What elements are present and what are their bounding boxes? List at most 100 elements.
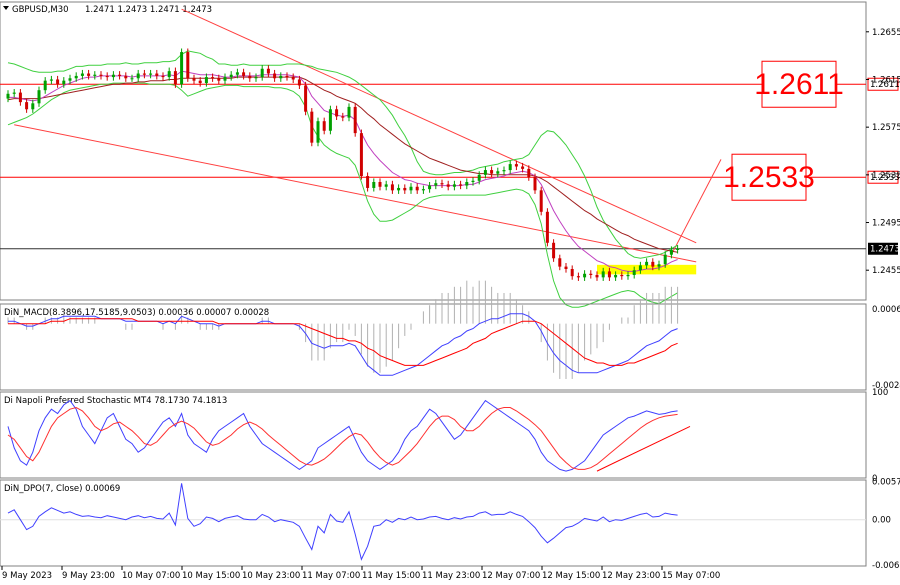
candle-body xyxy=(49,79,53,81)
candle-body xyxy=(80,73,84,76)
candle-body xyxy=(273,73,277,79)
time-tick-label: 12 May 07:00 xyxy=(482,571,540,581)
candle-body xyxy=(167,71,171,78)
candle-body xyxy=(539,190,543,212)
candle-body xyxy=(353,106,357,134)
candle-body xyxy=(56,79,60,85)
macd-series-macd xyxy=(8,313,678,376)
candle-body xyxy=(415,186,419,191)
candle-body xyxy=(366,176,370,188)
candle-body xyxy=(440,183,444,185)
time-tick-label: 9 May 23:00 xyxy=(62,571,115,581)
candle-body xyxy=(62,80,66,85)
candle-body xyxy=(663,254,667,265)
candle-body xyxy=(514,164,518,167)
candle-body xyxy=(521,166,525,169)
candle-body xyxy=(211,77,215,79)
candle-body xyxy=(651,261,655,267)
candle-body xyxy=(409,186,413,191)
candle-body xyxy=(328,109,332,131)
candle-body xyxy=(68,78,72,81)
stochastic-pane[interactable]: Di Napoli Preferred Stochastic MT4 78.17… xyxy=(0,388,888,484)
candle-body xyxy=(180,52,184,85)
candle-body xyxy=(105,75,109,78)
candle-body xyxy=(483,170,487,175)
candle-body xyxy=(223,77,227,81)
candle-body xyxy=(527,168,531,178)
slow-ma-line xyxy=(7,76,678,253)
candle-body xyxy=(558,258,562,267)
candle-body xyxy=(99,74,103,76)
macd-pane[interactable]: DiN_MACD(8.3896,17.5185,9.0503) 0.00036 … xyxy=(0,280,900,391)
time-tick-label: 15 May 07:00 xyxy=(662,571,720,581)
macd-title: DiN_MACD(8.3896,17.5185,9.0503) 0.00036 … xyxy=(4,308,269,318)
candle-body xyxy=(198,80,202,84)
price-tick-label: 1.2575 xyxy=(872,123,900,133)
candle-body xyxy=(111,74,115,78)
candle-body xyxy=(657,264,661,267)
candle-body xyxy=(614,274,618,278)
candle-body xyxy=(229,74,233,78)
projection-line xyxy=(670,159,722,255)
candle-body xyxy=(93,74,97,76)
candle-body xyxy=(6,93,10,99)
candle-body xyxy=(434,183,438,186)
candle-body xyxy=(335,109,339,117)
candle-body xyxy=(477,174,481,181)
stoch-series--k xyxy=(7,399,678,472)
candle-body xyxy=(626,274,630,277)
ohlc-readout: 1.2471 1.2473 1.2471 1.2473 xyxy=(85,5,212,15)
price-tick-label: 1.2655 xyxy=(872,28,900,38)
candle-body xyxy=(31,103,35,110)
candle-body xyxy=(173,71,177,85)
candle-body xyxy=(620,274,624,277)
time-tick-label: 10 May 07:00 xyxy=(122,571,180,581)
candle-body xyxy=(192,78,196,81)
dpo-pane[interactable]: DiN_DPO(7, Close) 0.00069 0.00577 0.00 -0.0… xyxy=(0,478,900,572)
trading-chart[interactable]: GBPUSD,M30 1.2471 1.2473 1.2471 1.2473 1… xyxy=(0,0,900,585)
candle-body xyxy=(638,265,642,271)
stoch-title: Di Napoli Preferred Stochastic MT4 78.17… xyxy=(4,396,227,406)
chart-menu-icon[interactable] xyxy=(3,6,9,10)
candle-body xyxy=(235,72,239,75)
candle-body xyxy=(452,184,456,187)
candle-body xyxy=(533,177,537,191)
macd-tick-label: 0.0006 xyxy=(872,305,900,315)
price-tick-label: 1.2535 xyxy=(872,171,900,181)
candle-body xyxy=(279,75,283,79)
fast-ma-line xyxy=(8,70,678,272)
candle-body xyxy=(428,185,432,190)
time-tick-label: 12 May 15:00 xyxy=(542,571,600,581)
current-price-label: 1.2473 xyxy=(870,245,900,255)
candle-body xyxy=(601,271,605,278)
candle-body xyxy=(632,270,636,275)
symbol-timeframe-label: GBPUSD,M30 xyxy=(12,5,69,15)
candle-body xyxy=(496,171,500,174)
candle-body xyxy=(347,106,351,118)
candle-body xyxy=(490,170,494,174)
candle-body xyxy=(669,249,673,255)
candle-body xyxy=(390,184,394,191)
candle-body xyxy=(74,75,78,79)
candle-body xyxy=(502,170,506,172)
candle-body xyxy=(545,211,549,243)
candle-body xyxy=(465,181,469,186)
candle-body xyxy=(552,242,556,259)
candle-body xyxy=(142,73,146,75)
candle-body xyxy=(384,184,388,187)
dpo-tick-label: -0.00686 xyxy=(872,561,900,571)
candle-body xyxy=(186,52,190,79)
price-pane[interactable]: 1.2611 1.26111.2533 1.25331.24731.26551.26… xyxy=(0,1,900,308)
time-tick-label: 12 May 23:00 xyxy=(602,571,660,581)
upper-trendline xyxy=(181,8,697,244)
candle-body xyxy=(155,73,159,76)
candle-body xyxy=(359,133,363,177)
dpo-frame xyxy=(0,479,867,567)
candle-body xyxy=(254,77,258,79)
dpo-tick-label: 0.00577 xyxy=(872,478,900,488)
candle-body xyxy=(242,72,246,76)
candle-body xyxy=(87,73,91,76)
candle-body xyxy=(583,273,587,278)
dpo-tick-label: 0.00 xyxy=(872,516,891,526)
lower-trendline xyxy=(14,124,697,263)
